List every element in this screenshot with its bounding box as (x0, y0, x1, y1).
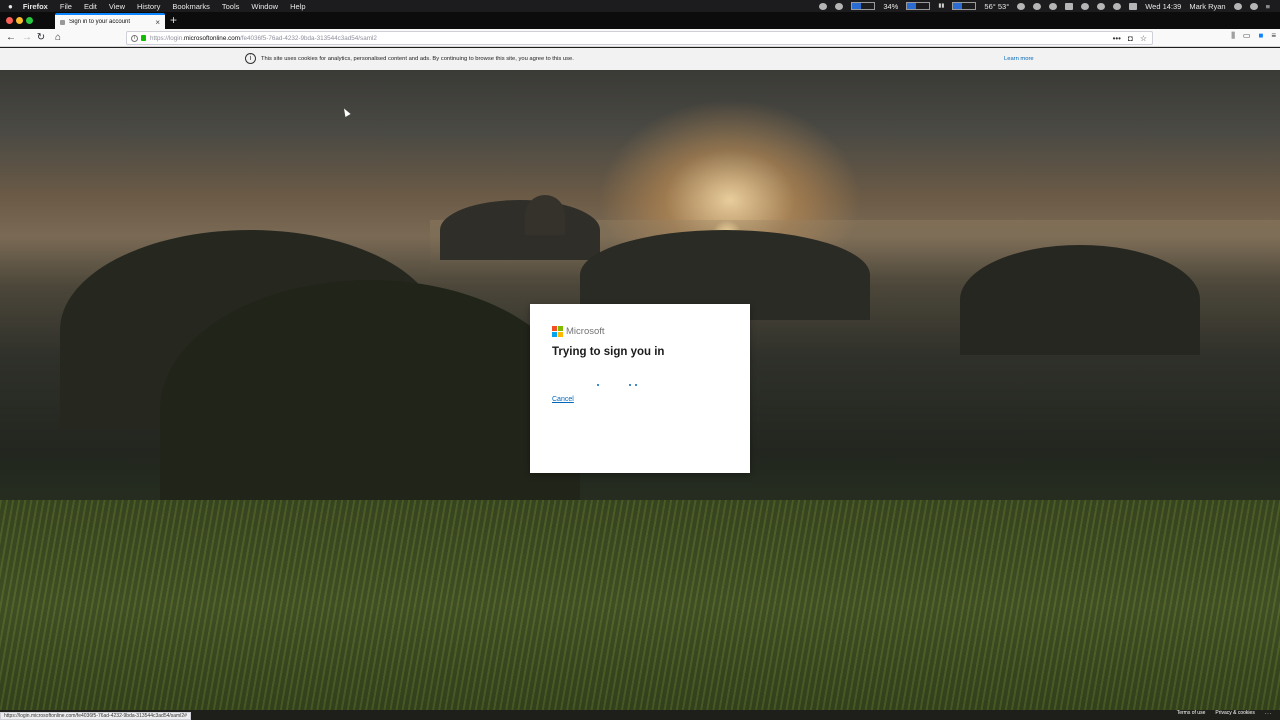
progress-dot-icon (635, 384, 637, 386)
microsoft-wordmark: Microsoft (566, 326, 605, 337)
display-icon[interactable] (1065, 2, 1074, 10)
library-icon[interactable]: ⫼ (1231, 31, 1235, 41)
menu-firefox[interactable]: Firefox (23, 2, 48, 11)
input-source-icon[interactable] (1129, 2, 1138, 10)
extension-icon[interactable]: ■ (1258, 31, 1263, 41)
siri-icon[interactable] (1249, 2, 1258, 10)
cookie-text: This site uses cookies for analytics, pe… (261, 56, 574, 62)
sign-in-card: Microsoft Trying to sign you in Cancel (530, 304, 750, 473)
url-actions: ••• ◘ ☆ (1113, 34, 1152, 43)
sync-icon[interactable] (1033, 2, 1042, 10)
terms-of-use-link[interactable]: Terms of use (1177, 710, 1206, 716)
url-path: /fe4036f5-76ad-4232-9bda-313544c3ad54/sa… (239, 34, 377, 42)
bluetooth-icon[interactable] (1081, 2, 1090, 10)
info-icon: i (245, 53, 256, 64)
menu-bookmarks[interactable]: Bookmarks (172, 2, 210, 11)
cookie-banner: i This site uses cookies for analytics, … (0, 48, 1280, 70)
menu-file[interactable]: File (60, 2, 72, 11)
toolbar-right: ⫼ ▭ ■ ≡ (1231, 31, 1276, 41)
loading-favicon-icon (60, 19, 65, 25)
new-tab-button[interactable]: + (170, 12, 177, 29)
volume-icon[interactable] (1113, 2, 1122, 10)
tab-close-icon[interactable]: × (155, 18, 160, 27)
url-bar[interactable]: i https://login. microsoftonline.com/fe40… (126, 31, 1153, 45)
url-domain: microsoftonline.com (183, 34, 240, 42)
sidebar-icon[interactable]: ▭ (1243, 31, 1251, 41)
hill-right (960, 245, 1200, 355)
hill-peak (525, 195, 565, 235)
window-close-button[interactable] (6, 17, 13, 24)
back-arrow-icon[interactable]: ← (4, 31, 18, 45)
window-minimize-button[interactable] (16, 17, 23, 24)
mac-menu-bar: ● Firefox File Edit View History Bookmar… (0, 0, 1280, 12)
cpu-graph-icon[interactable] (851, 2, 876, 10)
temperature-readout[interactable]: 56° 53° (984, 2, 1009, 11)
learn-more-link[interactable]: Learn more (1004, 56, 1034, 62)
home-icon[interactable]: ⌂ (51, 31, 65, 45)
battery-percent[interactable]: 34% (883, 2, 898, 11)
apple-icon[interactable]: ● (8, 2, 13, 11)
cloud-icon[interactable] (835, 2, 844, 10)
network-stats-icon[interactable]: ▮▮ (938, 3, 944, 9)
site-info-icon[interactable]: i (131, 34, 138, 42)
privacy-cookies-link[interactable]: Privacy & cookies (1215, 710, 1254, 716)
tab-sign-in[interactable]: Sign in to your account × (55, 13, 165, 29)
hamburger-menu-icon[interactable]: ≡ (1271, 31, 1276, 41)
menu-view[interactable]: View (109, 2, 125, 11)
hill-sugarloaf (440, 200, 600, 260)
menu-window[interactable]: Window (251, 2, 278, 11)
cancel-link[interactable]: Cancel (552, 396, 574, 403)
clock[interactable]: Wed 14:39 (1145, 2, 1181, 11)
microsoft-logo: Microsoft (552, 326, 605, 337)
menu-history[interactable]: History (137, 2, 160, 11)
menu-tools[interactable]: Tools (222, 2, 240, 11)
microsoft-logo-icon (552, 326, 563, 337)
secure-lock-icon[interactable] (141, 35, 146, 41)
menu-edit[interactable]: Edit (84, 2, 97, 11)
fan-icon[interactable] (1017, 2, 1026, 10)
progress-dot-icon (629, 384, 631, 386)
bookmark-star-icon[interactable]: ☆ (1140, 34, 1147, 43)
forward-arrow-icon[interactable]: → (20, 31, 34, 45)
pocket-icon[interactable]: ◘ (1128, 34, 1133, 43)
menubar-tray: 34% ▮▮ 56° 53° Wed 14:39 Mark Ryan ≡ (819, 2, 1280, 11)
tab-title: Sign in to your account (69, 19, 131, 25)
notification-center-icon[interactable]: ≡ (1266, 2, 1270, 11)
menu-help[interactable]: Help (290, 2, 305, 11)
user-name[interactable]: Mark Ryan (1189, 2, 1225, 11)
window-zoom-button[interactable] (26, 17, 33, 24)
link-status-bar: https://login.microsoftonline.com/fe4036… (0, 712, 191, 720)
page-footer: Terms of use Privacy & cookies ... (1177, 710, 1272, 716)
spotlight-icon[interactable] (1233, 2, 1242, 10)
page-title: Trying to sign you in (552, 346, 665, 358)
navigation-toolbar: ← → ↻ ⌂ i https://login. microsoftonline.… (0, 29, 1280, 47)
wifi-icon[interactable] (1097, 2, 1106, 10)
stop-loading-icon[interactable]: ↻ (34, 31, 48, 45)
disk-graph-icon[interactable] (952, 2, 977, 10)
url-scheme: https://login. (150, 34, 184, 42)
tab-strip: Sign in to your account × + (0, 12, 1280, 29)
progress-dot-icon (597, 384, 599, 386)
page-actions-icon[interactable]: ••• (1113, 34, 1121, 43)
record-icon[interactable] (819, 2, 828, 10)
more-options-icon[interactable]: ... (1265, 710, 1272, 716)
time-machine-icon[interactable] (1049, 2, 1058, 10)
grass-foreground (0, 500, 1280, 710)
memory-graph-icon[interactable] (906, 2, 931, 10)
